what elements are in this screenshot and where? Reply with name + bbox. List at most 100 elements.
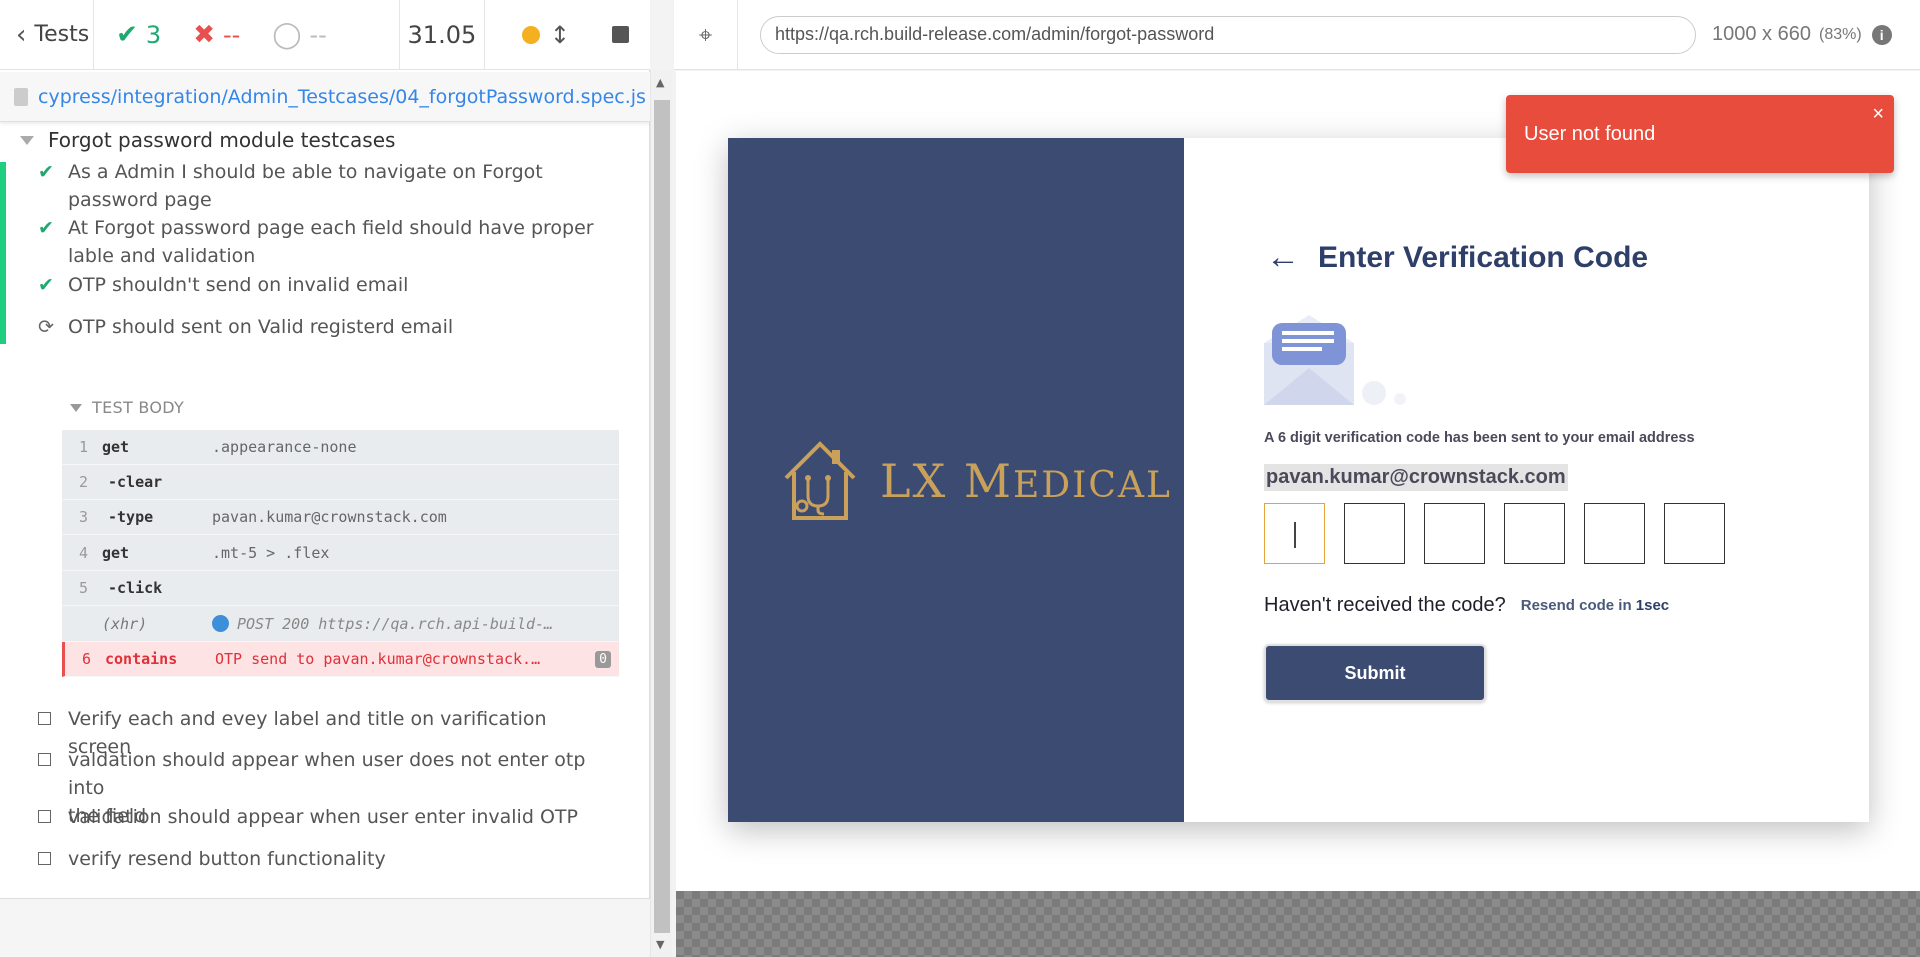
checkbox-icon: [38, 753, 51, 766]
command-number: 6: [81, 650, 91, 668]
passed-stat: ✔ 3: [116, 20, 161, 50]
test-item[interactable]: ✔ As a Admin I should be able to navigat…: [38, 158, 598, 214]
close-icon[interactable]: ×: [1872, 103, 1884, 126]
app-under-test: LX MEDICAL ← Enter Verification Code A 6…: [676, 71, 1920, 891]
collapse-triangle-icon: [20, 135, 34, 145]
verification-message: A 6 digit verification code has been sen…: [1264, 430, 1695, 446]
pending-stat: ◯ --: [272, 20, 326, 50]
command-log: 1 get .appearance-none 2 -clear 3 -type …: [62, 430, 619, 677]
running-indicator-icon: [521, 25, 540, 44]
cross-icon: ✖: [193, 19, 215, 50]
page-title-text: Enter Verification Code: [1318, 240, 1649, 274]
refresh-icon: ⟳: [38, 316, 54, 338]
command-number: 2: [78, 473, 88, 491]
pending-circle-icon: ◯: [272, 19, 302, 50]
command-row[interactable]: 3 -type pavan.kumar@crownstack.com: [62, 500, 619, 535]
tests-button[interactable]: ‹ Tests: [0, 0, 95, 70]
spec-path-link[interactable]: cypress/integration/Admin_Testcases/04_f…: [38, 86, 646, 108]
reporter-scrollbar[interactable]: ▲ ▼: [650, 70, 672, 957]
check-icon: ✔: [38, 161, 54, 183]
check-icon: ✔: [38, 217, 54, 239]
command-row[interactable]: 2 -clear: [62, 465, 619, 500]
submit-button[interactable]: Submit: [1264, 644, 1486, 702]
pending-count: --: [309, 20, 327, 49]
email-address: pavan.kumar@crownstack.com: [1264, 464, 1568, 491]
spec-file-header: cypress/integration/Admin_Testcases/04_f…: [0, 72, 650, 122]
back-arrow-icon[interactable]: ←: [1266, 238, 1300, 277]
passed-indicator-bar: [0, 162, 6, 344]
command-number: 4: [78, 543, 88, 562]
scroll-up-icon[interactable]: ▲: [656, 76, 664, 89]
test-title: validation should appear when user enter…: [68, 806, 578, 828]
auto-scroll-toggle-icon[interactable]: ↕: [550, 21, 570, 49]
command-message: pavan.kumar@crownstack.com: [212, 508, 447, 526]
scrollbar-thumb[interactable]: [654, 100, 670, 933]
test-item[interactable]: validation should appear when user enter…: [38, 803, 598, 831]
test-item-running[interactable]: ⟳ OTP should sent on Valid registerd ema…: [38, 313, 598, 341]
viewport-size: 1000 x 660: [1712, 23, 1811, 45]
verification-card: LX MEDICAL ← Enter Verification Code A 6…: [728, 138, 1869, 822]
resend-timer: Resend code in 1sec: [1520, 597, 1670, 614]
command-name: -type: [108, 508, 154, 526]
aut-header: ⌖ https://qa.rch.build-release.com/admin…: [674, 0, 1920, 70]
info-icon[interactable]: i: [1871, 24, 1892, 45]
suite-title[interactable]: Forgot password module testcases: [20, 126, 395, 154]
checkbox-icon: [38, 852, 51, 865]
test-title: At Forgot password page each field shoul…: [68, 217, 594, 267]
xhr-row[interactable]: (xhr) POST 200 https://qa.rch.api-build-…: [62, 606, 619, 642]
viewport-scale: (83%): [1818, 25, 1862, 43]
passed-count: 3: [145, 20, 162, 49]
stop-button[interactable]: [612, 26, 629, 43]
command-number: 3: [78, 508, 88, 526]
chevron-left-icon: ‹: [16, 19, 27, 50]
verification-form: ← Enter Verification Code A 6 digit veri…: [1184, 138, 1869, 822]
runner-toolbar: ‹ Tests ✔ 3 ✖ -- ◯ -- 31.05 ↕: [0, 0, 650, 70]
failed-stat: ✖ --: [193, 20, 240, 50]
checkbox-icon: [38, 712, 51, 725]
error-toast: User not found ×: [1506, 95, 1894, 173]
crosshair-icon: ⌖: [698, 20, 713, 49]
test-body-label: TEST BODY: [92, 398, 185, 417]
suite-title-text: Forgot password module testcases: [48, 128, 396, 152]
resend-row: Haven't received the code? Resend code i…: [1264, 594, 1669, 617]
command-row[interactable]: 1 get .appearance-none: [62, 430, 619, 465]
aut-backdrop: [676, 891, 1920, 957]
resend-question: Haven't received the code?: [1264, 594, 1506, 616]
failed-command-row[interactable]: 6 contains OTP send to pavan.kumar@crown…: [62, 642, 619, 677]
failed-count: --: [223, 20, 241, 49]
test-title: As a Admin I should be able to navigate …: [68, 161, 543, 211]
otp-digit-input[interactable]: [1584, 503, 1645, 564]
test-runner-panel: ‹ Tests ✔ 3 ✖ -- ◯ -- 31.05 ↕ cypress/in…: [0, 0, 650, 957]
command-name: contains: [105, 650, 178, 668]
otp-digit-input[interactable]: [1664, 503, 1725, 564]
runner-controls: ↕: [485, 0, 650, 70]
otp-digit-input[interactable]: [1264, 503, 1325, 564]
test-item[interactable]: ✔ OTP shouldn't send on invalid email: [38, 271, 598, 299]
otp-digit-input[interactable]: [1344, 503, 1405, 564]
envelope-illustration-icon: [1264, 315, 1406, 405]
lx-medical-logo: LX MEDICAL: [780, 438, 1172, 524]
otp-digit-input[interactable]: [1504, 503, 1565, 564]
command-row[interactable]: 4 get .mt-5 > .flex: [62, 535, 619, 571]
otp-digit-input[interactable]: [1424, 503, 1485, 564]
test-item[interactable]: ✔ At Forgot password page each field sho…: [38, 214, 598, 270]
selector-playground-button[interactable]: ⌖: [674, 0, 738, 70]
page-title: ← Enter Verification Code: [1266, 238, 1648, 277]
duration: 31.05: [398, 0, 485, 70]
xhr-status-dot-icon: [212, 615, 229, 632]
brand-panel: LX MEDICAL: [728, 138, 1184, 822]
command-name: get: [102, 543, 130, 562]
command-row[interactable]: 5 -click: [62, 571, 619, 606]
check-icon: ✔: [116, 19, 138, 50]
test-item[interactable]: verify resend button functionality: [38, 845, 598, 873]
test-title: OTP shouldn't send on invalid email: [68, 274, 409, 296]
test-stats: ✔ 3 ✖ -- ◯ --: [94, 0, 399, 70]
tests-label: Tests: [34, 22, 90, 47]
scroll-down-icon[interactable]: ▼: [656, 938, 664, 951]
logo-text: LX MEDICAL: [880, 454, 1172, 508]
test-body-toggle[interactable]: TEST BODY: [70, 398, 184, 417]
element-count-badge: 0: [595, 650, 611, 668]
test-title: OTP should sent on Valid registerd email: [68, 316, 454, 338]
test-title: verify resend button functionality: [68, 848, 386, 870]
url-bar[interactable]: https://qa.rch.build-release.com/admin/f…: [760, 15, 1696, 54]
